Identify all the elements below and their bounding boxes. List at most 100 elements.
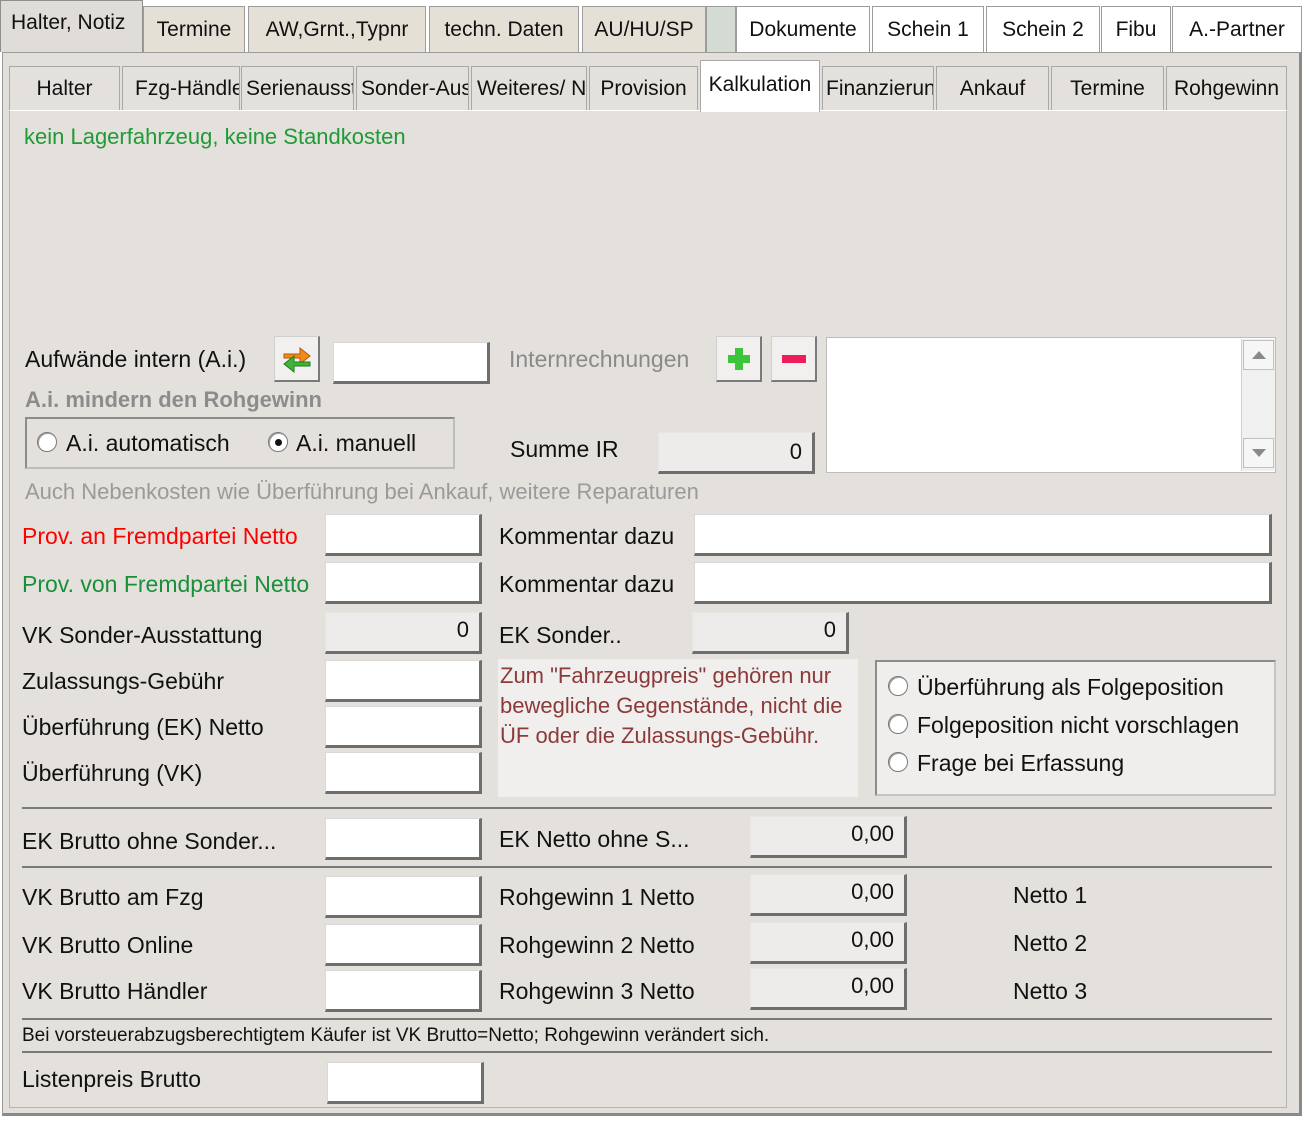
ai-transfer-button[interactable] [274, 336, 320, 382]
ek-brutto-label: EK Brutto ohne Sonder... [22, 828, 277, 854]
vk-fzg-input[interactable] [325, 876, 482, 918]
tab-label: Rohgewinn [1173, 76, 1280, 100]
opt-nicht-vorschlagen-label: Folgeposition nicht vorschlagen [917, 712, 1240, 738]
vk-sonder-label: VK Sonder-Ausstattung [22, 622, 263, 648]
comment-to-label: Kommentar dazu [499, 523, 675, 549]
subtab-termine[interactable]: Termine [1051, 66, 1164, 110]
prov-from-input[interactable] [325, 562, 482, 604]
divider [22, 1051, 1272, 1053]
scroll-down-button[interactable] [1243, 438, 1274, 468]
vk-haendler-label: VK Brutto Händler [22, 978, 208, 1004]
tab-label: Schein 1 [887, 17, 969, 41]
ueberf-vk-label: Überführung (VK) [22, 760, 203, 786]
tab-au-hu-sp[interactable]: AU/HU/SP [582, 6, 706, 52]
netto-1-label: Netto 1 [1013, 882, 1088, 908]
chevron-up-icon [1251, 351, 1266, 359]
comment-to-input[interactable] [694, 514, 1272, 556]
tab-label: Fibu [1115, 17, 1157, 41]
tab-label: Kalkulation [708, 73, 812, 96]
tab-label: Dokumente [749, 17, 857, 41]
tab-schein-2[interactable]: Schein 2 [986, 6, 1100, 52]
subtab-kalkulation[interactable]: Kalkulation [700, 60, 820, 112]
tab-label: Termine [1070, 76, 1145, 100]
rg2-value: 0,00 [750, 922, 907, 964]
ai-auto-label: A.i. automatisch [66, 430, 230, 456]
ai-label: Aufwände intern (A.i.) [25, 346, 247, 372]
remove-internrechnung-button[interactable] [771, 336, 817, 382]
divider [22, 1018, 1272, 1020]
tab-fibu[interactable]: Fibu [1101, 6, 1171, 52]
tab-label: Halter, Notiz [11, 11, 126, 34]
tab-empty[interactable] [706, 6, 736, 52]
ai-manual-radio[interactable] [268, 432, 288, 452]
subtab-weiteres-notiz[interactable]: Weiteres/ Notiz [471, 66, 587, 110]
subtab-sonder-ausstattung[interactable]: Sonder-Ausstattung [356, 66, 469, 110]
tab-label: Finanzierung [826, 76, 933, 100]
listenpreis-label: Listenpreis Brutto [22, 1066, 201, 1092]
opt-frage-label: Frage bei Erfassung [917, 750, 1125, 776]
swap-arrows-icon [282, 346, 311, 373]
internrechnungen-list[interactable] [826, 337, 1276, 473]
comment-from-input[interactable] [694, 562, 1272, 604]
tab-aw-grnt-typnr[interactable]: AW,Grnt.,Typnr [248, 6, 426, 52]
subtab-halter[interactable]: Halter [9, 66, 120, 110]
subtab-serienausstattung[interactable]: Serienausstattung [241, 66, 354, 110]
zulassung-input[interactable] [325, 660, 482, 702]
comment-from-label: Kommentar dazu [499, 571, 675, 597]
tab-label: Fzg-Händler [135, 76, 240, 100]
tab-label: A.-Partner [1189, 17, 1285, 41]
ai-amount-input[interactable] [333, 342, 490, 384]
ai-hint: A.i. mindern den Rohgewinn [25, 387, 322, 412]
minus-icon [781, 354, 806, 363]
ueberf-ek-input[interactable] [325, 706, 482, 748]
tab-techn-daten[interactable]: techn. Daten [429, 6, 579, 52]
tab-label: Halter [36, 76, 93, 100]
add-internrechnung-button[interactable] [716, 336, 762, 382]
netto-3-label: Netto 3 [1013, 978, 1088, 1004]
tab-a-partner[interactable]: A.-Partner [1172, 6, 1302, 52]
netto-2-label: Netto 2 [1013, 930, 1088, 956]
rg1-value: 0,00 [750, 874, 907, 916]
tab-termine[interactable]: Termine [143, 6, 245, 52]
ai-manual-label: A.i. manuell [296, 430, 417, 456]
ek-sonder-label: EK Sonder.. [499, 622, 622, 648]
tab-label: AW,Grnt.,Typnr [265, 17, 409, 41]
opt-folgeposition-label: Überführung als Folgeposition [917, 674, 1224, 700]
divider [22, 866, 1272, 868]
notice-text: kein Lagerfahrzeug, keine Standkosten [24, 124, 406, 149]
subtab-provision[interactable]: Provision [589, 66, 698, 110]
tab-dokumente[interactable]: Dokumente [736, 6, 870, 52]
list-scrollbar[interactable] [1241, 339, 1275, 471]
tab-schein-1[interactable]: Schein 1 [872, 6, 984, 52]
opt-frage-radio[interactable] [888, 752, 908, 772]
tab-label: Serienausstattung [246, 76, 353, 100]
ai-auto-radio[interactable] [37, 432, 57, 452]
tab-label: Sonder-Ausstattung [361, 76, 468, 100]
tab-label: Schein 2 [1002, 17, 1084, 41]
tab-label: Weiteres/ Notiz [477, 76, 587, 100]
ueberf-ek-label: Überführung (EK) Netto [22, 714, 264, 740]
ek-sonder-value: 0 [692, 612, 849, 654]
opt-nicht-vorschlagen-radio[interactable] [888, 714, 908, 734]
vk-haendler-input[interactable] [325, 970, 482, 1012]
listenpreis-input[interactable] [327, 1062, 484, 1104]
tab-halter-notiz[interactable]: Halter, Notiz [0, 0, 143, 52]
chevron-down-icon [1251, 449, 1266, 457]
scroll-up-button[interactable] [1243, 340, 1274, 370]
prov-to-input[interactable] [325, 514, 482, 556]
vk-fzg-label: VK Brutto am Fzg [22, 884, 204, 910]
summe-ir-label: Summe IR [510, 436, 619, 462]
ek-brutto-input[interactable] [325, 818, 482, 860]
subtab-ankauf[interactable]: Ankauf [936, 66, 1049, 110]
vk-sonder-value: 0 [325, 612, 482, 654]
vk-online-input[interactable] [325, 924, 482, 966]
rg2-label: Rohgewinn 2 Netto [499, 932, 695, 958]
price-note: Zum "Fahrzeugpreis" gehören nur beweglic… [498, 659, 858, 797]
ueberf-vk-input[interactable] [325, 752, 482, 794]
zulassung-label: Zulassungs-Gebühr [22, 668, 224, 694]
subtab-finanzierung[interactable]: Finanzierung [822, 66, 934, 110]
opt-folgeposition-radio[interactable] [888, 676, 908, 696]
main-tab-strip: Halter, Notiz Termine AW,Grnt.,Typnr tec… [0, 0, 1309, 52]
subtab-rohgewinn[interactable]: Rohgewinn [1166, 66, 1287, 110]
subtab-fzg-haendler[interactable]: Fzg-Händler [122, 66, 240, 110]
